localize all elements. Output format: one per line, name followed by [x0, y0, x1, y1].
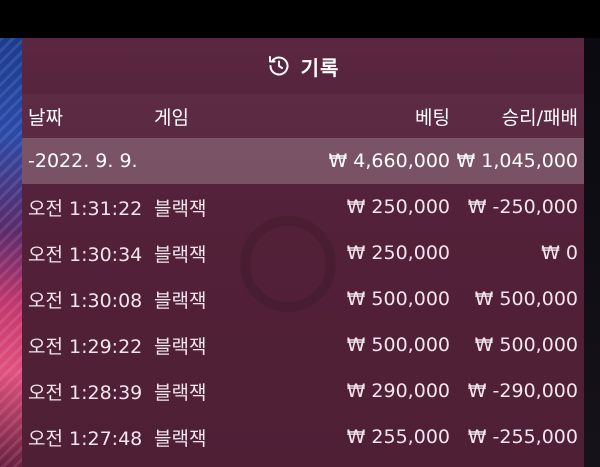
column-header-date: 날짜	[28, 106, 63, 129]
row-game: 블랙잭	[154, 427, 207, 450]
history-row[interactable]: 오전 1:29:22 블랙잭 ₩ 500,000 ₩ 500,000	[22, 322, 584, 368]
row-game: 블랙잭	[154, 381, 207, 404]
row-result: ₩ 0	[541, 242, 578, 264]
row-result: ₩ -250,000	[467, 196, 578, 218]
screen: 기록 날짜 게임 베팅 승리/패배 -2022. 9. 9. ₩ 4,660,0…	[0, 0, 600, 467]
column-header-bet: 베팅	[415, 106, 450, 129]
row-game: 블랙잭	[154, 335, 207, 358]
row-bet: ₩ 290,000	[346, 380, 450, 402]
history-panel: 기록 날짜 게임 베팅 승리/패배 -2022. 9. 9. ₩ 4,660,0…	[22, 38, 584, 467]
date-group-result-total: ₩ 1,045,000	[456, 150, 578, 172]
history-title: 기록	[300, 55, 340, 80]
history-icon	[267, 54, 291, 78]
row-result: ₩ -290,000	[467, 380, 578, 402]
row-game: 블랙잭	[154, 289, 207, 312]
date-group-bet-total: ₩ 4,660,000	[328, 150, 450, 172]
row-bet: ₩ 500,000	[346, 334, 450, 356]
row-time: 오전 1:31:22	[28, 197, 143, 220]
date-group-row[interactable]: -2022. 9. 9. ₩ 4,660,000 ₩ 1,045,000	[22, 138, 584, 184]
row-time: 오전 1:29:22	[28, 335, 143, 358]
row-game: 블랙잭	[154, 197, 207, 220]
history-row[interactable]: 오전 1:27:48 블랙잭 ₩ 255,000 ₩ -255,000	[22, 414, 584, 460]
row-result: ₩ 500,000	[474, 288, 578, 310]
row-time: 오전 1:27:48	[28, 427, 143, 450]
column-header-game: 게임	[154, 106, 189, 129]
history-row[interactable]: 오전 1:31:22 블랙잭 ₩ 250,000 ₩ -250,000	[22, 184, 584, 230]
row-bet: ₩ 250,000	[346, 196, 450, 218]
row-result: ₩ -255,000	[467, 426, 578, 448]
row-result: ₩ 500,000	[474, 334, 578, 356]
game-background-left	[0, 38, 22, 467]
history-row[interactable]: 오전 1:30:34 블랙잭 ₩ 250,000 ₩ 0	[22, 230, 584, 276]
history-row[interactable]: 오전 1:28:39 블랙잭 ₩ 290,000 ₩ -290,000	[22, 368, 584, 414]
row-bet: ₩ 250,000	[346, 242, 450, 264]
column-header-result: 승리/패배	[501, 106, 578, 129]
row-time: 오전 1:30:34	[28, 243, 143, 266]
row-game: 블랙잭	[154, 243, 207, 266]
game-background-right	[584, 38, 600, 467]
row-time: 오전 1:28:39	[28, 381, 143, 404]
row-time: 오전 1:30:08	[28, 289, 143, 312]
column-header-row: 날짜 게임 베팅 승리/패배	[22, 94, 584, 138]
history-header: 기록	[22, 38, 584, 94]
history-row[interactable]: 오전 1:30:08 블랙잭 ₩ 500,000 ₩ 500,000	[22, 276, 584, 322]
date-group-date: -2022. 9. 9.	[28, 150, 138, 172]
row-bet: ₩ 255,000	[346, 426, 450, 448]
row-bet: ₩ 500,000	[346, 288, 450, 310]
